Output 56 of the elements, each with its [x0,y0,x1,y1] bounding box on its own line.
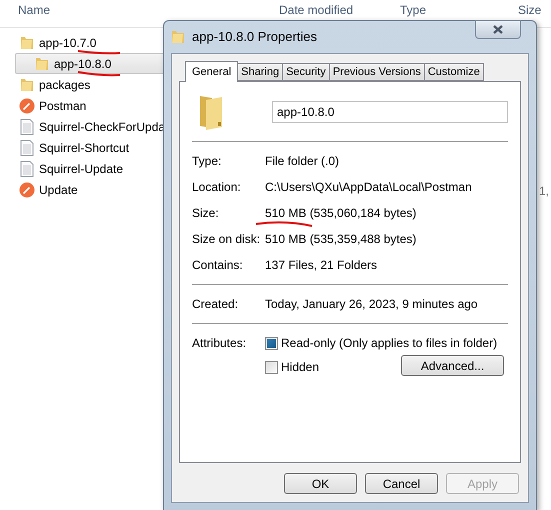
column-header[interactable]: Name [18,3,50,17]
annotation-underline [78,71,120,76]
property-label: Created: [192,296,240,313]
property-value: 137 Files, 21 Folders [265,258,378,272]
property-label: Location: [192,179,242,196]
property-label: Size: [192,205,220,222]
property-value: 510 MB (535,060,184 bytes) [265,206,416,220]
close-icon [492,25,504,34]
name-field[interactable]: app-10.8.0 [272,100,508,122]
tab[interactable]: General [185,61,238,82]
file-name: app-10.7.0 [39,34,96,52]
property-value: 510 MB (535,359,488 bytes) [265,232,416,246]
window-title: app-10.8.0 Properties [192,28,318,46]
tab[interactable]: Security [283,63,330,81]
file-name: Squirrel-CheckForUpda [39,118,166,136]
checkbox-label: Read-only (Only applies to files in folder) [281,335,498,352]
file-name: Squirrel-Update [39,160,124,178]
tab[interactable]: Previous Versions [330,63,425,81]
file-name: Squirrel-Shortcut [39,140,130,156]
checkbox[interactable] [265,336,278,350]
column-header[interactable]: Type [400,3,426,17]
folder-icon [19,76,35,92]
document-icon [19,160,35,176]
dialog-button[interactable]: OK [284,473,357,494]
folder-icon [34,56,50,72]
file-name: app-10.8.0 [54,56,112,72]
property-label: Type: [192,153,222,170]
annotation-underline [78,50,120,54]
size-cell-text: 1, [539,183,550,200]
folder-icon [170,29,186,45]
advanced-button[interactable]: Advanced... [401,355,504,376]
file-row[interactable]: Postman [0,95,200,116]
close-button[interactable] [475,20,521,39]
checkbox[interactable] [265,360,278,374]
dialog-button[interactable]: Cancel [365,473,438,494]
document-icon [19,118,35,134]
pen-circle-icon [19,182,35,198]
property-label: Contains: [192,257,244,274]
pen-circle-icon [19,98,35,114]
property-label: Size on disk: [192,231,262,248]
tab[interactable]: Sharing [238,63,284,81]
checkbox-label: Hidden [281,359,320,376]
tab[interactable]: Customize [424,63,484,81]
document-icon [19,140,35,156]
property-value: File folder (.0) [265,154,340,168]
property-value: C:\Users\QXu\AppData\Local\Postman [265,180,472,194]
file-name: packages [39,76,90,94]
file-row[interactable]: Squirrel-CheckForUpda [0,116,200,137]
file-name: Postman [39,98,86,114]
annotation-underline [256,221,312,227]
property-value: Today, January 26, 2023, 9 minutes ago [265,298,478,310]
property-label: Attributes: [192,335,248,352]
column-header[interactable]: Size [518,3,542,17]
column-header[interactable]: Date modified [279,3,354,17]
file-name: Update [39,182,78,198]
folder-icon [19,34,35,50]
